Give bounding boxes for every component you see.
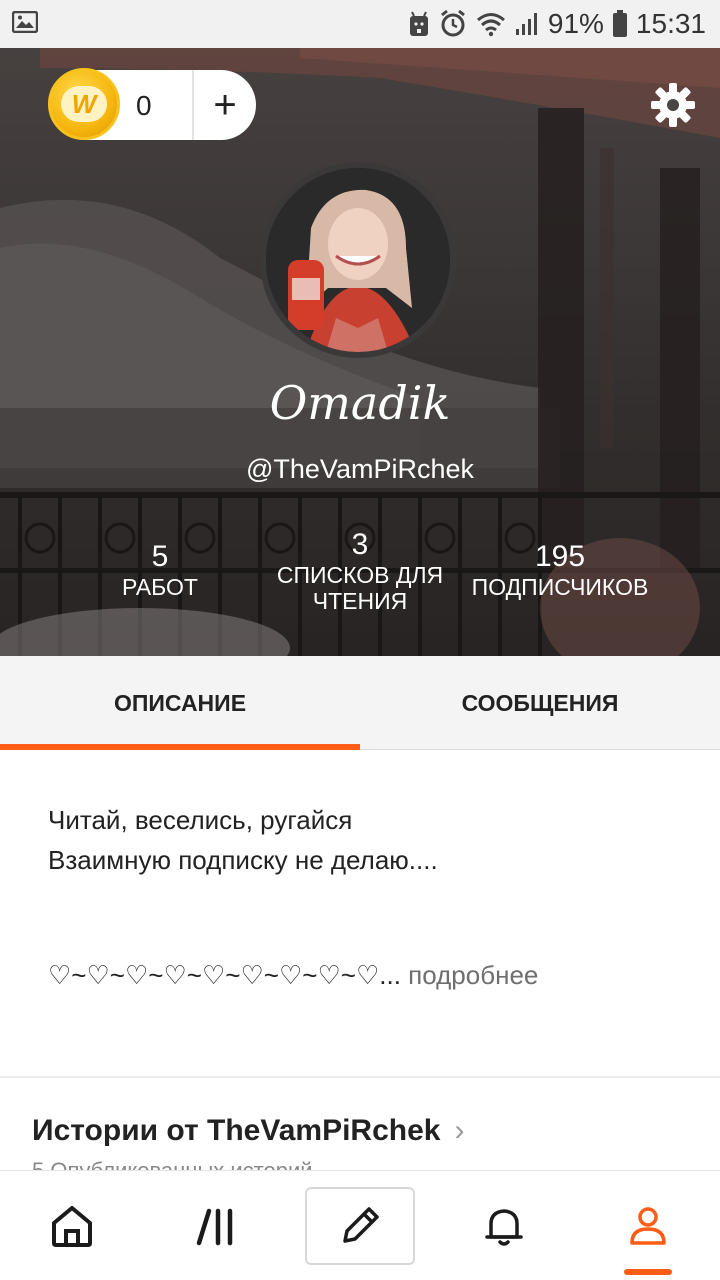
wifi-icon <box>476 11 506 37</box>
stat-followers[interactable]: 195 ПОДПИСЧИКОВ <box>462 540 658 600</box>
profile-header: W 0 + Omadik @TheVamPiRchek 5 РАБОТ 3 СП… <box>0 48 720 656</box>
battery-icon <box>612 10 628 38</box>
gallery-notification-icon <box>11 10 39 38</box>
stat-works[interactable]: 5 РАБОТ <box>100 540 220 600</box>
android-lock-icon <box>408 10 430 38</box>
read-more-link[interactable]: подробнее <box>408 960 538 990</box>
alarm-icon <box>438 9 468 39</box>
write-icon <box>343 1207 379 1243</box>
stat-reading-lists-count: 3 <box>351 528 369 561</box>
profile-icon <box>630 1207 666 1245</box>
profile-tabs: ОПИСАНИЕ СООБЩЕНИЯ <box>0 656 720 750</box>
stories-title: Истории от TheVamPiRchek <box>32 1114 441 1147</box>
battery-percent: 91% <box>547 8 604 39</box>
username: @TheVamPiRchek <box>246 454 474 484</box>
stat-works-count: 5 <box>151 540 169 573</box>
nav-notifications[interactable] <box>432 1171 576 1280</box>
nav-profile[interactable] <box>576 1171 720 1280</box>
coin-count: 0 <box>136 90 152 121</box>
tab-about[interactable]: ОПИСАНИЕ <box>0 656 360 750</box>
status-bar: 91% 15:31 <box>0 0 720 48</box>
coin-balance[interactable]: W 0 + <box>48 68 256 140</box>
nav-home[interactable] <box>0 1171 144 1280</box>
stories-section-header[interactable]: Истории от TheVamPiRchek › <box>32 1114 464 1148</box>
stat-works-label: РАБОТ <box>122 574 198 600</box>
description-line-2: Взаимную подписку не делаю.... <box>48 845 438 875</box>
section-divider <box>0 1076 720 1078</box>
tab-messages[interactable]: СООБЩЕНИЯ <box>360 656 720 750</box>
buy-coins-button[interactable]: + <box>194 70 256 140</box>
stat-followers-count: 195 <box>534 540 586 573</box>
stories-subtitle: 5 Опубликованных историй <box>32 1158 313 1170</box>
library-icon <box>196 1208 233 1246</box>
clock: 15:31 <box>635 8 706 39</box>
settings-gear-icon[interactable] <box>648 80 698 130</box>
description-hearts: ♡~♡~♡~♡~♡~♡~♡~♡~♡... подробнее <box>48 960 708 991</box>
nav-library[interactable] <box>144 1171 288 1280</box>
chevron-right-icon: › <box>454 1114 465 1147</box>
display-name: Omadik <box>269 376 451 430</box>
hearts-text: ♡~♡~♡~♡~♡~♡~♡~♡~♡... <box>48 960 401 990</box>
home-icon <box>52 1206 92 1247</box>
bottom-navigation <box>0 1170 720 1280</box>
notifications-icon <box>485 1209 523 1246</box>
active-tab-indicator <box>624 1269 672 1275</box>
stat-reading-lists[interactable]: 3 СПИСКОВ ДЛЯ ЧТЕНИЯ <box>270 528 450 614</box>
stat-reading-lists-label: СПИСКОВ ДЛЯ ЧТЕНИЯ <box>276 562 444 614</box>
avatar[interactable] <box>260 162 456 358</box>
stat-followers-label: ПОДПИСЧИКОВ <box>471 574 649 600</box>
nav-write[interactable] <box>288 1171 432 1280</box>
profile-description: Читай, веселись, ругайся Взаимную подпис… <box>48 800 688 880</box>
wattpad-coin-icon: W <box>48 68 120 140</box>
description-line-1: Читай, веселись, ругайся <box>48 805 353 835</box>
signal-icon <box>514 11 540 37</box>
